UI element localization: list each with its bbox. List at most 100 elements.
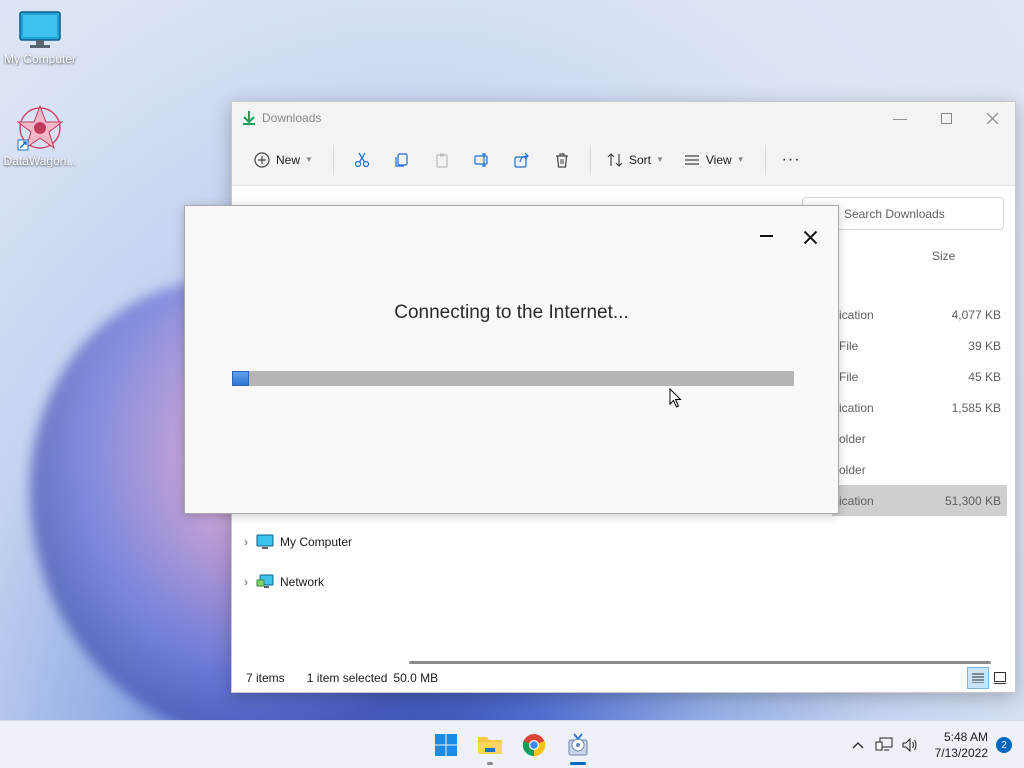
cut-button[interactable] (342, 143, 382, 177)
navigation-pane: › My Computer › Network (232, 522, 392, 602)
file-row[interactable]: ication 1,585 KB (832, 392, 1007, 423)
taskbar-chrome[interactable] (512, 721, 556, 768)
explorer-titlebar[interactable]: Downloads — (232, 102, 1015, 134)
nav-label: Network (280, 575, 325, 589)
dialog-minimize-button[interactable] (755, 228, 777, 244)
download-icon (243, 111, 255, 125)
nav-label: My Computer (280, 535, 353, 549)
sort-icon (607, 152, 623, 167)
minimize-icon (759, 234, 773, 237)
toolbar-divider (332, 144, 334, 175)
network-icon (256, 574, 274, 588)
chevron-right-icon[interactable]: › (244, 575, 248, 589)
clock[interactable]: 5:48 AM 7/13/2022 (923, 729, 996, 761)
chevron-right-icon[interactable]: › (244, 535, 248, 549)
delete-button[interactable] (542, 143, 582, 177)
maximize-icon (940, 112, 952, 124)
chrome-icon (522, 734, 546, 757)
file-row[interactable]: File 45 KB (832, 361, 1007, 392)
clipboard-icon (436, 153, 448, 168)
rename-button[interactable] (462, 143, 502, 177)
volume-button[interactable] (897, 737, 923, 753)
window-title: Downloads (262, 111, 322, 125)
more-icon: ··· (781, 150, 801, 168)
chevron-down-icon: ▼ (655, 155, 664, 164)
scissors-icon (354, 152, 370, 167)
trash-icon (555, 152, 568, 168)
selected-size: 50.0 MB (393, 671, 439, 685)
tiles-view-icon (994, 672, 1006, 684)
taskbar-active-app[interactable] (556, 721, 600, 768)
close-icon (803, 230, 817, 244)
item-count: 7 items (246, 671, 285, 685)
file-row[interactable]: File 39 KB (832, 330, 1007, 361)
share-icon (514, 152, 529, 168)
file-size: 1,585 KB (951, 400, 1001, 415)
mouse-cursor-icon (669, 388, 682, 408)
new-label: New (276, 152, 301, 167)
network-icon (875, 737, 893, 751)
plus-circle-icon (254, 151, 270, 168)
command-bar: New ▼ Sort ▼ View ▼ ··· (232, 134, 1015, 186)
speaker-icon (902, 737, 917, 753)
new-button[interactable]: New ▼ (246, 143, 321, 177)
file-row[interactable]: older (832, 454, 1007, 485)
close-icon (986, 112, 998, 124)
more-options-button[interactable]: ··· (774, 143, 809, 177)
details-view-button[interactable] (967, 667, 989, 689)
toolbar-divider (764, 144, 766, 175)
installer-app-icon (568, 733, 588, 756)
datawagon-app-icon (16, 104, 64, 151)
details-view-icon (972, 673, 984, 683)
chevron-down-icon: ▼ (305, 155, 313, 164)
clock-time: 5:48 AM (943, 730, 988, 744)
desktop-icon-label: DataWagon... (3, 154, 77, 168)
show-hidden-icons-button[interactable] (845, 741, 871, 749)
desktop-icon-datawagon[interactable]: DataWagon... (0, 104, 80, 168)
notification-badge[interactable]: 2 (996, 737, 1012, 753)
start-button[interactable] (424, 721, 468, 768)
file-row[interactable]: ication 4,077 KB (832, 299, 1007, 330)
tiles-view-button[interactable] (989, 667, 1011, 689)
windows-logo-icon (435, 734, 457, 756)
file-size: 4,077 KB (951, 307, 1001, 322)
file-row-selected[interactable]: ication 51,300 KB (832, 485, 1007, 516)
system-tray: 5:48 AM 7/13/2022 2 (845, 721, 1024, 768)
chevron-up-icon (852, 742, 864, 749)
view-label: View (705, 152, 732, 167)
paste-button[interactable] (422, 143, 462, 177)
connecting-dialog: Connecting to the Internet... (184, 205, 839, 514)
status-bar: 7 items 1 item selected 50.0 MB (232, 664, 1015, 692)
monitor-icon (19, 11, 61, 48)
toolbar-divider (589, 144, 591, 175)
desktop-icon-label: My Computer (3, 52, 77, 66)
close-button[interactable] (969, 102, 1015, 134)
active-indicator (570, 762, 586, 765)
minimize-button[interactable]: — (877, 102, 923, 134)
maximize-button[interactable] (923, 102, 969, 134)
file-size: 51,300 KB (944, 493, 1001, 508)
nav-item-network[interactable]: › Network (232, 562, 392, 602)
monitor-icon (256, 534, 274, 549)
folder-icon (478, 737, 502, 754)
view-button[interactable]: View ▼ (676, 143, 753, 177)
dialog-close-button[interactable] (799, 226, 821, 248)
copy-button[interactable] (382, 143, 422, 177)
column-header-size[interactable]: Size (932, 249, 955, 263)
desktop-icon-my-computer[interactable]: My Computer (0, 10, 80, 66)
taskbar: 5:48 AM 7/13/2022 2 (0, 720, 1024, 768)
progress-fill (232, 371, 249, 386)
file-row[interactable]: older (832, 423, 1007, 454)
network-status-button[interactable] (871, 737, 897, 753)
progress-bar (232, 371, 794, 386)
nav-item-my-computer[interactable]: › My Computer (232, 522, 392, 562)
file-list: ication 4,077 KB File 39 KB File 45 KB icat… (832, 299, 1007, 516)
share-button[interactable] (502, 143, 542, 177)
file-size: 45 KB (968, 369, 1001, 384)
sort-button[interactable]: Sort ▼ (599, 143, 672, 177)
chevron-down-icon: ▼ (736, 155, 745, 164)
view-lines-icon (684, 154, 699, 165)
running-indicator (487, 762, 493, 765)
copy-icon (395, 152, 408, 167)
taskbar-file-explorer[interactable] (468, 721, 512, 768)
